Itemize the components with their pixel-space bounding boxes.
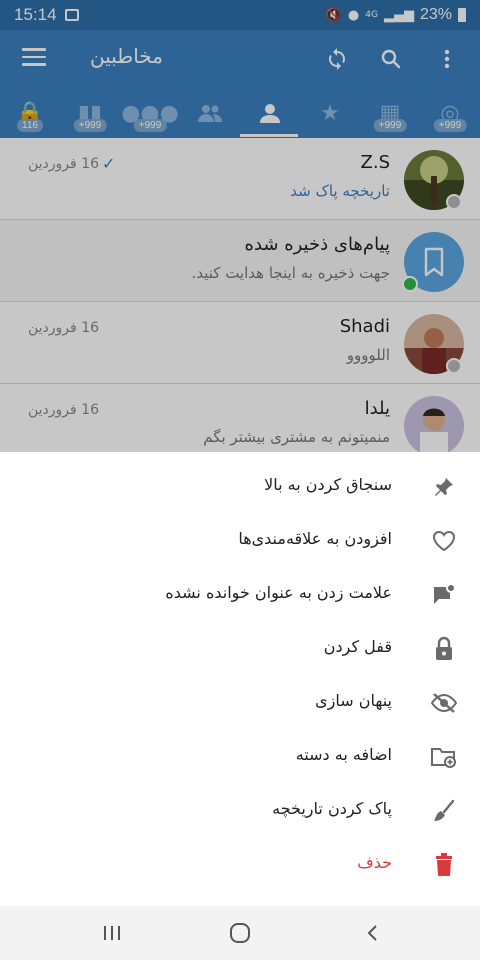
chat-preview: تاریخچه پاک شد <box>290 182 390 200</box>
trash-icon <box>430 851 458 879</box>
chat-name: Z.S <box>360 152 390 173</box>
folder-tabs: 🔒 116 ▮▮ +999 ●●● +999 ★ ▦ +999 ◎ +999 <box>0 88 480 138</box>
tab-groups[interactable]: ●●● +999 <box>120 88 180 138</box>
chat-date: 16 فروردین <box>28 402 100 418</box>
lock-icon <box>430 635 458 663</box>
mark-unread-icon <box>430 581 458 609</box>
user-icon <box>260 104 280 123</box>
system-nav-bar <box>0 906 480 960</box>
clear-history-item[interactable]: پاک کردن تاریخچه <box>0 784 480 838</box>
tab-bots[interactable]: 🔒 116 <box>0 88 60 138</box>
pin-icon <box>430 473 458 501</box>
active-tab-indicator <box>240 134 298 137</box>
chat-actions-sheet: سنجاق کردن به بالا افزودن به علاقه‌مندی‌… <box>0 452 480 906</box>
add-to-folder-item[interactable]: اضافه به دسته <box>0 730 480 784</box>
gallery-notification-icon <box>64 9 79 21</box>
network-type: 4G <box>365 10 378 20</box>
chat-row[interactable]: Shadi اللوووو 16 فروردین <box>0 302 480 384</box>
tab-badge: +999 <box>133 119 167 132</box>
chat-row[interactable]: یلدا منمیتونم به مشتری بیشتر بگم 16 فرور… <box>0 384 480 452</box>
tab-all-chats[interactable]: ▦ +999 <box>360 88 420 138</box>
tab-badge: +999 <box>433 119 467 132</box>
tab-badge: +999 <box>373 119 407 132</box>
chat-preview: جهت ذخیره به اینجا هدایت کنید. <box>191 264 390 282</box>
star-icon: ★ <box>320 100 340 126</box>
chat-row[interactable]: پیام‌های ذخیره شده جهت ذخیره به اینجا هد… <box>0 220 480 302</box>
location-icon: ● <box>347 7 360 23</box>
chat-name: Shadi <box>339 316 390 337</box>
mark-unread-item[interactable]: علامت زدن به عنوان خوانده نشده <box>0 568 480 622</box>
sync-icon[interactable] <box>322 44 352 74</box>
add-folder-icon <box>430 743 458 771</box>
page-title: مخاطبین <box>90 44 163 68</box>
sheet-item-label: پنهان سازی <box>315 691 392 710</box>
online-dot <box>402 276 418 292</box>
sheet-item-label: قفل کردن <box>323 637 392 656</box>
status-icons: 🔇 ● 4G ▂▄▆ 23% <box>326 6 466 24</box>
chat-name: پیام‌های ذخیره شده <box>244 234 390 255</box>
lock-item[interactable]: قفل کردن <box>0 622 480 676</box>
status-dot <box>446 194 462 210</box>
sheet-item-label: اضافه به دسته <box>295 745 392 764</box>
back-icon[interactable] <box>352 918 392 948</box>
sheet-item-label: حذف <box>357 853 392 872</box>
sheet-item-label: سنجاق کردن به بالا <box>264 475 392 494</box>
hide-icon <box>430 689 458 717</box>
chat-name: یلدا <box>364 398 390 419</box>
chat-preview: اللوووو <box>346 346 390 364</box>
pin-to-top-item[interactable]: سنجاق کردن به بالا <box>0 460 480 514</box>
signal-icon: ▂▄▆ <box>383 7 414 23</box>
read-check-icon: ✓ <box>102 154 116 173</box>
chat-preview: منمیتونم به مشتری بیشتر بگم <box>203 428 390 446</box>
tab-favorites[interactable]: ★ <box>300 88 360 138</box>
hide-item[interactable]: پنهان سازی <box>0 676 480 730</box>
chat-row[interactable]: Z.S تاریخچه پاک شد ✓ 16 فروردین <box>0 138 480 220</box>
clear-history-icon <box>430 797 458 825</box>
battery-percent: 23% <box>419 6 452 23</box>
heart-icon <box>430 527 458 555</box>
mute-icon: 🔇 <box>325 7 342 23</box>
sheet-item-label: پاک کردن تاریخچه <box>272 799 392 818</box>
avatar <box>404 396 464 452</box>
tab-badge: +999 <box>73 119 107 132</box>
home-icon[interactable] <box>220 918 260 948</box>
recent-apps-icon[interactable] <box>92 918 132 948</box>
sheet-item-label: علامت زدن به عنوان خوانده نشده <box>165 583 392 602</box>
tab-unread[interactable]: ◎ +999 <box>420 88 480 138</box>
chat-date: 16 فروردین <box>28 320 100 336</box>
tab-badge: 116 <box>17 119 43 132</box>
contacts-icon <box>198 105 222 122</box>
add-to-favorites-item[interactable]: افزودن به علاقه‌مندی‌ها <box>0 514 480 568</box>
battery-icon <box>458 8 466 22</box>
search-icon[interactable] <box>376 44 406 74</box>
tab-contacts[interactable] <box>180 88 240 138</box>
more-vert-icon[interactable] <box>432 44 462 74</box>
status-bar: 15:14 🔇 ● 4G ▂▄▆ 23% <box>0 0 480 30</box>
status-dot <box>446 358 462 374</box>
tab-channels[interactable]: ▮▮ +999 <box>60 88 120 138</box>
delete-item[interactable]: حذف <box>0 838 480 892</box>
chat-list: Z.S تاریخچه پاک شد ✓ 16 فروردین پیام‌های… <box>0 138 480 452</box>
status-time: 15:14 <box>14 5 57 24</box>
tab-users[interactable] <box>240 88 300 138</box>
app-toolbar: مخاطبین <box>0 30 480 88</box>
sheet-item-label: افزودن به علاقه‌مندی‌ها <box>238 529 392 548</box>
hamburger-icon[interactable] <box>22 48 46 68</box>
chat-date: 16 فروردین <box>28 156 100 172</box>
